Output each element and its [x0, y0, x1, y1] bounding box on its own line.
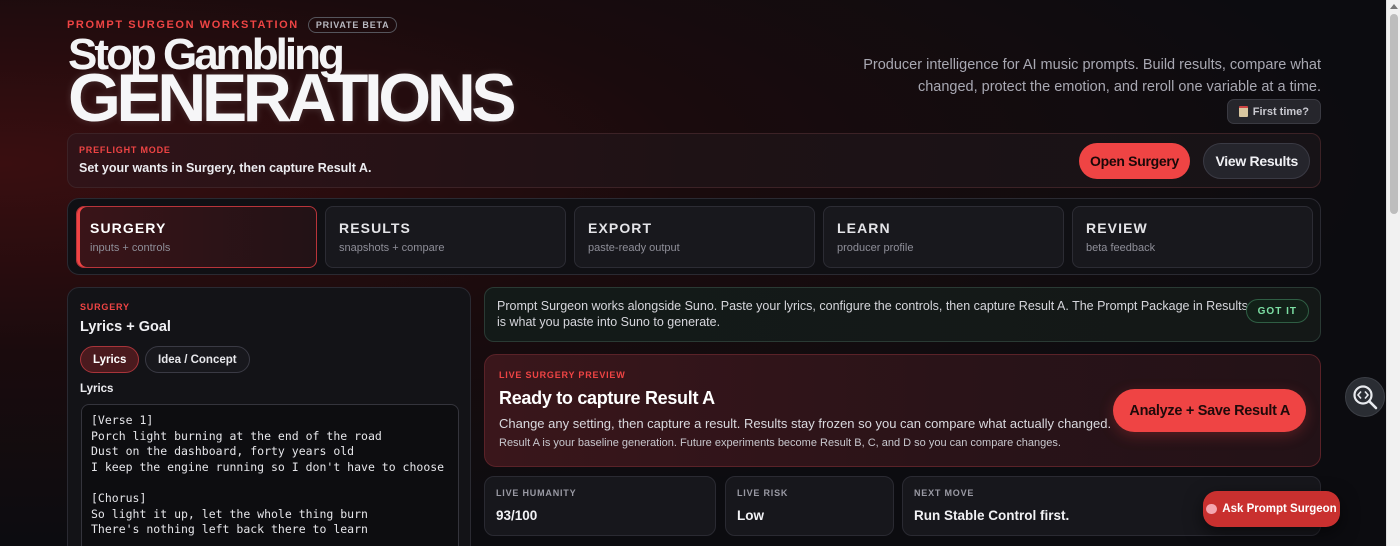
tab-results[interactable]: RESULTS snapshots + compare — [325, 206, 566, 268]
tagline: Producer intelligence for AI music promp… — [863, 57, 1321, 95]
tab-surgery[interactable]: SURGERY inputs + controls — [76, 206, 317, 268]
ask-label: Ask Prompt Surgeon — [1222, 503, 1337, 515]
code-lens-icon — [1353, 385, 1378, 410]
tab-title: LEARN — [837, 220, 891, 236]
stat-live-risk: LIVE RISK Low — [725, 476, 894, 536]
preflight-text: Set your wants in Surgery, then capture … — [79, 161, 372, 175]
surgery-panel: SURGERY Lyrics + Goal Lyrics Idea / Conc… — [67, 287, 471, 546]
live-preview-card: LIVE SURGERY PREVIEW Ready to capture Re… — [484, 354, 1321, 467]
surgery-title: Lyrics + Goal — [80, 319, 171, 335]
notice-text: Prompt Surgeon works alongside Suno. Pas… — [497, 299, 1248, 329]
preview-note: Result A is your baseline generation. Fu… — [499, 437, 1061, 449]
tab-subtitle: snapshots + compare — [339, 242, 445, 254]
stat-value: Low — [737, 508, 764, 523]
tab-title: SURGERY — [90, 220, 167, 236]
lyrics-label: Lyrics — [80, 383, 114, 395]
stat-value: 93/100 — [496, 508, 538, 523]
tab-subtitle: paste-ready output — [588, 242, 680, 254]
mode-idea-toggle[interactable]: Idea / Concept — [145, 346, 250, 373]
brain-icon — [1206, 504, 1218, 514]
lyrics-textarea[interactable]: [Verse 1] Porch light burning at the end… — [81, 404, 459, 546]
tab-title: EXPORT — [588, 220, 653, 236]
preview-description: Change any setting, then capture a resul… — [499, 416, 1112, 431]
first-time-label: First time? — [1252, 105, 1309, 118]
tab-learn[interactable]: LEARN producer profile — [823, 206, 1064, 268]
stat-live-humanity: LIVE HUMANITY 93/100 — [484, 476, 716, 536]
tab-subtitle: inputs + controls — [90, 242, 171, 254]
tab-subtitle: beta feedback — [1086, 242, 1156, 254]
tab-title: REVIEW — [1086, 220, 1148, 236]
tab-subtitle: producer profile — [837, 242, 914, 254]
onboarding-notice: Prompt Surgeon works alongside Suno. Pas… — [484, 287, 1321, 342]
mode-lyrics-toggle[interactable]: Lyrics — [80, 346, 140, 373]
tab-review[interactable]: REVIEW beta feedback — [1072, 206, 1313, 268]
scroll-up-arrow-icon[interactable] — [1390, 4, 1398, 9]
preview-kicker: LIVE SURGERY PREVIEW — [499, 370, 626, 380]
surgery-kicker: SURGERY — [80, 302, 130, 312]
open-surgery-button[interactable]: Open Surgery — [1079, 143, 1190, 179]
view-results-button[interactable]: View Results — [1203, 143, 1310, 179]
notepad-icon — [1238, 106, 1248, 117]
preflight-banner: PREFLIGHT MODE Set your wants in Surgery… — [67, 133, 1321, 188]
tab-export[interactable]: EXPORT paste-ready output — [574, 206, 815, 268]
first-time-button[interactable]: First time? — [1226, 99, 1321, 124]
got-it-button[interactable]: GOT IT — [1245, 299, 1309, 323]
scrollbar-thumb[interactable] — [1390, 14, 1398, 214]
preview-title: Ready to capture Result A — [499, 388, 715, 408]
analyze-save-button[interactable]: Analyze + Save Result A — [1113, 389, 1306, 432]
preflight-kicker: PREFLIGHT MODE — [79, 145, 171, 155]
stat-label: LIVE RISK — [737, 488, 789, 498]
hero-title-line2: GENERATIONS — [68, 60, 517, 136]
tab-title: RESULTS — [339, 220, 411, 236]
page-scrollbar[interactable] — [1386, 0, 1400, 546]
main-tabs: SURGERY inputs + controls RESULTS snapsh… — [67, 198, 1321, 275]
stat-label: LIVE HUMANITY — [496, 488, 577, 498]
inspect-lens-button[interactable] — [1345, 377, 1385, 417]
ask-prompt-surgeon-button[interactable]: Ask Prompt Surgeon — [1203, 491, 1340, 527]
